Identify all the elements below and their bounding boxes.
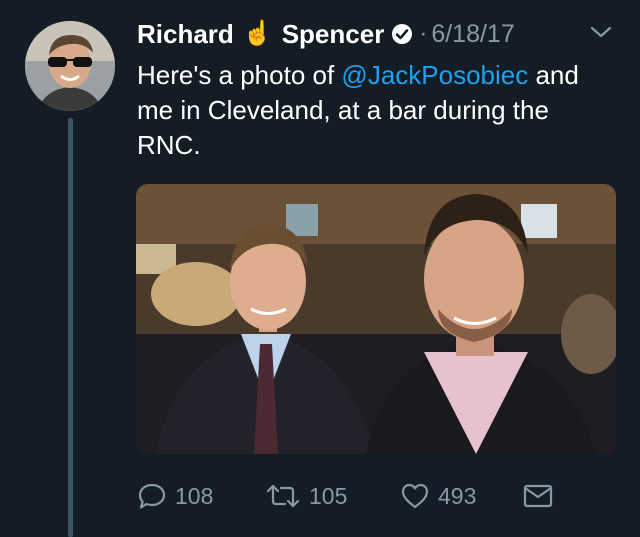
tweet-header: Richard ☝️ Spencer · 6/18/17 bbox=[137, 14, 627, 54]
like-button[interactable]: 493 bbox=[400, 482, 522, 510]
reply-count: 108 bbox=[175, 482, 214, 509]
tweet-photo[interactable] bbox=[136, 184, 616, 454]
tweet-text: Here's a photo of @JackPosobiec and me i… bbox=[137, 58, 617, 163]
dm-button[interactable] bbox=[522, 483, 562, 509]
pointing-finger-emoji: ☝️ bbox=[242, 20, 273, 47]
reply-icon bbox=[138, 483, 166, 509]
mention-link[interactable]: @JackPosobiec bbox=[341, 60, 528, 90]
like-count: 493 bbox=[438, 482, 477, 509]
envelope-icon bbox=[523, 484, 553, 508]
verified-badge-icon bbox=[391, 23, 413, 45]
header-separator: · bbox=[419, 20, 428, 47]
heart-icon bbox=[401, 483, 429, 509]
tweet-date[interactable]: 6/18/17 bbox=[431, 20, 514, 49]
chevron-down-icon[interactable] bbox=[589, 24, 613, 45]
retweet-icon bbox=[266, 484, 300, 508]
author-last-name[interactable]: Spencer bbox=[282, 19, 385, 50]
retweet-button[interactable]: 105 bbox=[265, 482, 400, 510]
tweet-actions: 108 105 493 bbox=[137, 478, 617, 514]
tweet-text-before: Here's a photo of bbox=[137, 60, 342, 90]
avatar[interactable] bbox=[25, 21, 115, 111]
reply-button[interactable]: 108 bbox=[137, 482, 265, 510]
author-first-name[interactable]: Richard bbox=[137, 19, 234, 50]
retweet-count: 105 bbox=[309, 482, 348, 509]
thread-line bbox=[68, 118, 73, 537]
